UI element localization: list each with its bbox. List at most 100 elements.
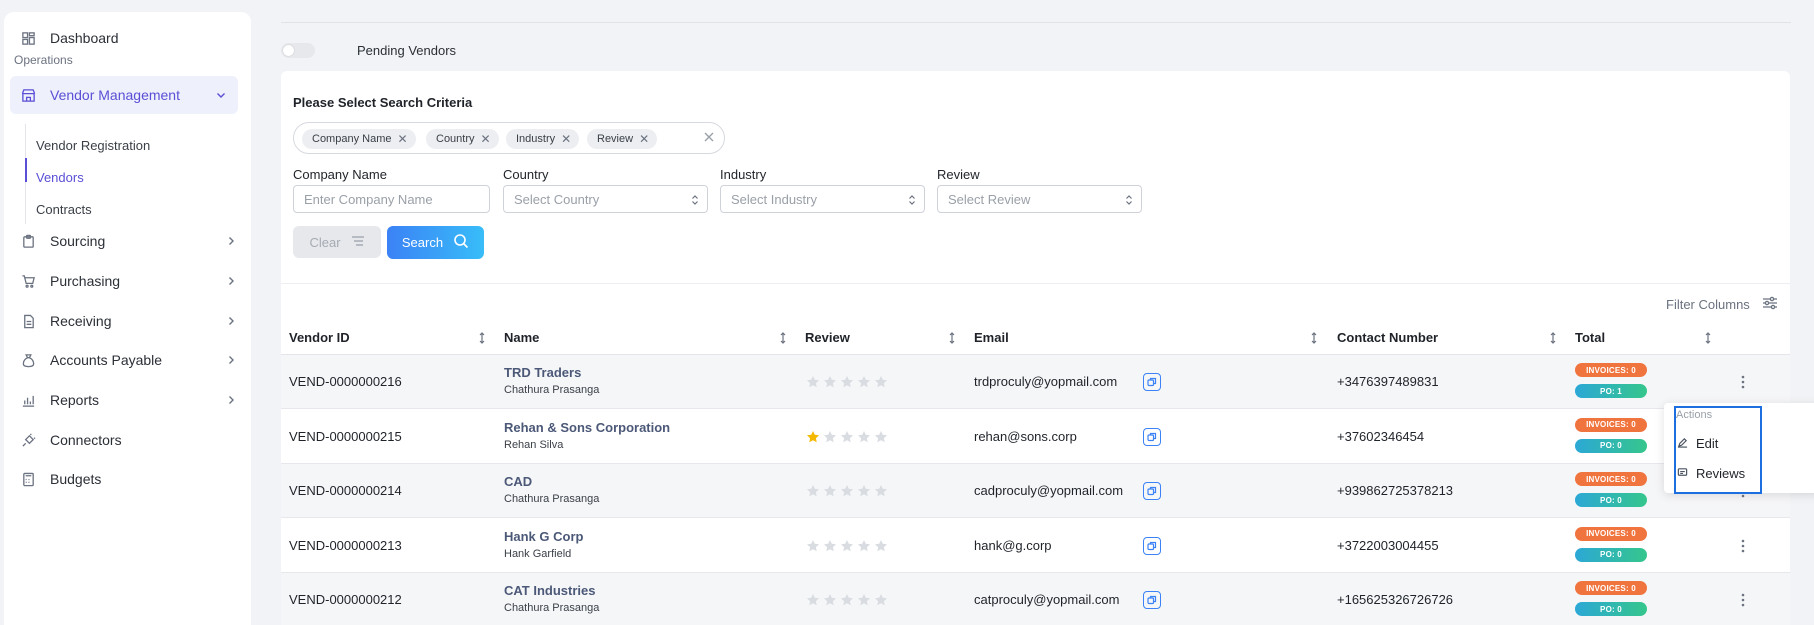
sidebar-item-budgets[interactable]: Budgets (10, 461, 101, 497)
clear-button[interactable]: Clear (293, 226, 381, 258)
copy-email-button[interactable] (1143, 482, 1161, 500)
star-icon[interactable] (840, 593, 854, 607)
vendor-name-link[interactable]: Rehan & Sons Corporation (504, 420, 670, 435)
sidebar-item-receiving[interactable]: Receiving (10, 303, 238, 339)
star-icon[interactable] (806, 484, 820, 498)
star-icon[interactable] (840, 484, 854, 498)
star-icon[interactable] (823, 484, 837, 498)
star-icon[interactable] (874, 484, 888, 498)
more-vertical-icon[interactable] (1741, 375, 1745, 389)
remove-icon[interactable]: ✕ (639, 132, 649, 146)
more-vertical-icon[interactable] (1741, 593, 1745, 607)
star-icon[interactable] (857, 375, 871, 389)
table-row[interactable]: VEND-0000000212 CAT Industries Chathura Pr… (281, 573, 1790, 625)
copy-icon (1147, 486, 1157, 496)
action-edit[interactable]: Edit (1677, 436, 1718, 451)
remove-icon[interactable]: ✕ (397, 132, 407, 146)
sort-icon[interactable] (478, 331, 486, 344)
sidebar-item-sourcing[interactable]: Sourcing (10, 223, 238, 259)
email-cell: catproculy@yopmail.com (974, 592, 1120, 607)
search-button[interactable]: Search (387, 226, 484, 259)
contact-number-cell: +37602346454 (1337, 428, 1425, 444)
star-icon[interactable] (874, 430, 888, 444)
star-icon[interactable] (823, 430, 837, 444)
column-header-email[interactable]: Email (974, 330, 1009, 345)
star-icon[interactable] (857, 430, 871, 444)
table-row[interactable]: VEND-0000000214 CAD Chathura Prasanga cadpr… (281, 464, 1790, 518)
review-select[interactable]: Select Review (937, 185, 1142, 213)
chip-country[interactable]: Country ✕ (426, 129, 499, 149)
rating-stars[interactable] (806, 375, 888, 389)
column-header-name[interactable]: Name (504, 330, 539, 345)
industry-select[interactable]: Select Industry (720, 185, 925, 213)
copy-email-button[interactable] (1143, 427, 1161, 446)
column-header-review[interactable]: Review (805, 330, 850, 345)
star-icon[interactable] (823, 375, 837, 389)
clear-all-icon[interactable] (702, 130, 716, 144)
star-icon[interactable] (823, 593, 837, 607)
chip-company-name[interactable]: Company Name ✕ (302, 129, 416, 149)
star-icon[interactable] (806, 593, 820, 607)
company-name-input[interactable]: Enter Company Name (293, 185, 490, 213)
star-icon[interactable] (840, 375, 854, 389)
column-header-total[interactable]: Total (1575, 330, 1605, 345)
vendor-name-link[interactable]: Hank G Corp (504, 529, 583, 544)
star-icon[interactable] (874, 539, 888, 553)
copy-email-button[interactable] (1143, 591, 1161, 609)
chip-industry[interactable]: Industry ✕ (506, 129, 580, 149)
star-icon[interactable] (874, 375, 888, 389)
sidebar-subitem-vendor-registration[interactable]: Vendor Registration (36, 138, 150, 153)
vendor-name-link[interactable]: CAT Industries (504, 583, 596, 598)
star-icon[interactable] (857, 593, 871, 607)
sort-icon[interactable] (1549, 331, 1557, 344)
sidebar-item-accounts-payable[interactable]: Accounts Payable (10, 342, 238, 378)
filter-lines-icon (351, 235, 365, 250)
remove-icon[interactable]: ✕ (481, 132, 491, 146)
rating-stars[interactable] (806, 430, 888, 444)
copy-email-button[interactable] (1143, 536, 1161, 555)
star-icon[interactable] (857, 484, 871, 498)
sidebar-item-label: Accounts Payable (50, 352, 163, 368)
sort-icon[interactable] (1310, 331, 1318, 344)
filter-columns-button[interactable]: Filter Columns (1666, 295, 1778, 314)
sidebar-item-reports[interactable]: Reports (10, 382, 238, 418)
pending-vendors-toggle[interactable] (281, 43, 315, 58)
vendor-id-cell: VEND-0000000216 (289, 374, 402, 389)
chip-review[interactable]: Review ✕ (587, 129, 658, 149)
sort-icon[interactable] (1704, 331, 1712, 344)
rating-stars[interactable] (806, 484, 888, 498)
sort-icon[interactable] (948, 331, 956, 344)
star-icon[interactable] (857, 539, 871, 553)
star-icon[interactable] (823, 539, 837, 553)
country-select[interactable]: Select Country (503, 185, 708, 213)
column-header-contact-number[interactable]: Contact Number (1337, 330, 1438, 345)
section-label-operations: Operations (14, 53, 73, 67)
sidebar-subitem-vendors[interactable]: Vendors (36, 170, 84, 185)
sidebar-subitem-contracts[interactable]: Contracts (36, 202, 92, 217)
table-row[interactable]: VEND-0000000215 Rehan & Sons Corporation R… (281, 410, 1790, 464)
rating-stars[interactable] (806, 593, 888, 607)
sidebar-item-connectors[interactable]: Connectors (10, 422, 122, 458)
star-icon[interactable] (806, 430, 820, 444)
sort-icon[interactable] (779, 331, 787, 344)
sidebar-item-vendor-management[interactable]: Vendor Management (10, 76, 238, 114)
rating-stars[interactable] (806, 539, 888, 553)
star-icon[interactable] (840, 539, 854, 553)
star-icon[interactable] (874, 593, 888, 607)
column-header-vendor-id[interactable]: Vendor ID (289, 330, 350, 345)
vendor-name-link[interactable]: CAD (504, 474, 532, 489)
vendor-name-link[interactable]: TRD Traders (504, 365, 581, 380)
star-icon[interactable] (806, 375, 820, 389)
action-reviews[interactable]: Reviews (1677, 466, 1745, 481)
sidebar-item-dashboard[interactable]: Dashboard (10, 20, 119, 56)
table-row[interactable]: VEND-0000000216 TRD Traders Chathura Prasa… (281, 355, 1790, 409)
more-vertical-icon[interactable] (1741, 539, 1745, 553)
remove-icon[interactable]: ✕ (561, 132, 571, 146)
table-row[interactable]: VEND-0000000213 Hank G Corp Hank Garfield h… (281, 519, 1790, 573)
copy-email-button[interactable] (1143, 373, 1161, 391)
invoices-badge: INVOICES: 0 (1575, 363, 1647, 377)
star-icon[interactable] (840, 430, 854, 444)
criteria-chip-selector[interactable]: Company Name ✕ Country ✕ Industry ✕ Review ✕ (293, 122, 725, 154)
sidebar-item-purchasing[interactable]: Purchasing (10, 263, 238, 299)
star-icon[interactable] (806, 539, 820, 553)
